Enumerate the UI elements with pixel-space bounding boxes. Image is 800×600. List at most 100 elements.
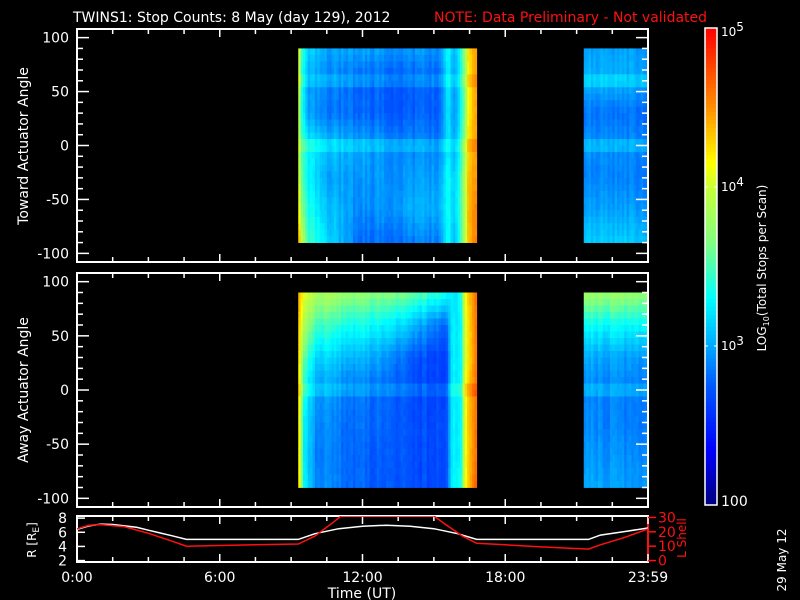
spectrogram-cell [598,197,601,205]
spectrogram-cell [452,145,456,153]
spectrogram-cell [383,338,387,345]
spectrogram-cell [336,429,340,436]
spectrogram-cell [445,113,449,121]
spectrogram-cell [400,80,404,88]
spectrogram-cell [402,87,406,95]
spectrogram-cell [417,132,420,140]
spectrogram-cell [410,370,413,378]
spectrogram-cell [417,119,420,127]
spectrogram-cell [307,177,311,185]
spectrogram-cell [310,481,313,488]
spectrogram-cell [595,158,599,166]
spectrogram-cell [331,305,335,313]
spectrogram-cell [410,197,413,205]
spectrogram-cell [431,132,435,140]
spectrogram-cell [602,61,606,69]
spectrogram-cell [628,177,632,185]
spectrogram-cell [431,216,435,224]
spectrogram-cell [303,177,306,185]
spectrogram-cell [336,171,340,179]
spectrogram-cell [336,390,340,397]
spectrogram-cell [443,223,447,231]
spectrogram-cell [360,119,363,127]
spectrogram-cell [362,338,366,345]
spectrogram-cell [357,203,361,211]
spectrogram-cell [298,292,302,300]
spectrogram-cell [633,197,637,205]
spectrogram-cell [317,80,321,88]
spectrogram-cell [341,461,344,469]
spectrogram-cell [414,344,418,352]
spectrogram-cell [312,416,316,423]
spectrogram-cell [298,468,302,475]
spectrogram-cell [362,377,366,384]
spectrogram-cell [336,74,340,82]
spectrogram-cell [436,74,440,82]
spectrogram-cell [450,171,454,179]
spectrogram-cell [431,236,435,243]
spectrogram-cell [421,344,425,352]
spectrogram-cell [462,177,466,185]
spectrogram-cell [417,344,420,352]
spectrogram-cell [388,67,392,75]
spectrogram-cell [600,132,604,140]
spectrogram-cell [462,132,466,140]
spectrogram-cell [307,318,311,326]
spectrogram-cell [405,357,409,365]
spectrogram-cell [317,93,321,101]
spectrogram-cell [303,190,306,198]
spectrogram-cell [426,223,430,231]
spectrogram-cell [407,429,411,436]
spectrogram-cell [383,74,387,82]
spectrogram-cell [352,448,356,456]
spectrogram-cell [310,377,313,384]
spectrogram-cell [441,331,444,339]
spectrogram-cell [305,197,309,205]
spectrogram-cell [400,223,404,231]
spectrogram-cell [405,210,409,218]
spectrogram-cell [369,312,373,319]
spectrogram-cell [398,416,401,423]
spectrogram-cell [322,54,325,62]
spectrogram-cell [398,61,401,69]
spectrogram-cell [462,164,466,172]
spectrogram-cell [457,119,461,127]
spectrogram-cell [376,54,380,62]
spectrogram-cell [319,229,323,237]
spectrogram-cell [398,190,401,198]
spectrogram-cell [424,236,428,243]
spectrogram-cell [367,158,371,166]
spectrogram-cell [433,48,437,56]
spectrogram-cell [593,171,597,179]
spectrogram-cell [314,190,318,198]
spectrogram-cell [593,93,597,101]
spectrogram-cell [319,171,323,179]
spectrogram-cell [348,396,351,404]
spectrogram-cell [410,299,413,306]
spectrogram-cell [412,61,416,69]
spectrogram-cell [360,383,363,391]
spectrogram-cell [310,312,313,319]
spectrogram-cell [438,383,442,391]
spectrogram-cell [300,177,304,185]
spectrogram-cell [431,305,435,313]
spectrogram-cell [307,364,311,371]
spectrogram-cell [431,422,435,430]
spectrogram-cell [331,80,335,88]
spectrogram-cell [398,158,401,166]
spectrogram-cell [369,481,373,488]
spectrogram-cell [369,396,373,404]
spectrogram-cell [393,106,397,114]
spectrogram-cell [586,145,589,153]
spectrogram-cell [474,164,478,172]
spectrogram-cell [379,331,382,339]
spectrogram-cell [402,429,406,436]
spectrogram-cell [345,100,349,108]
spectrogram-cell [336,119,340,127]
spectrogram-cell [303,403,306,410]
spectrogram-cell [626,48,630,56]
spectrogram-cell [462,223,466,231]
spectrogram-cell [436,416,440,423]
spectrogram-cell [324,126,328,133]
spectrogram-cell [388,481,392,488]
